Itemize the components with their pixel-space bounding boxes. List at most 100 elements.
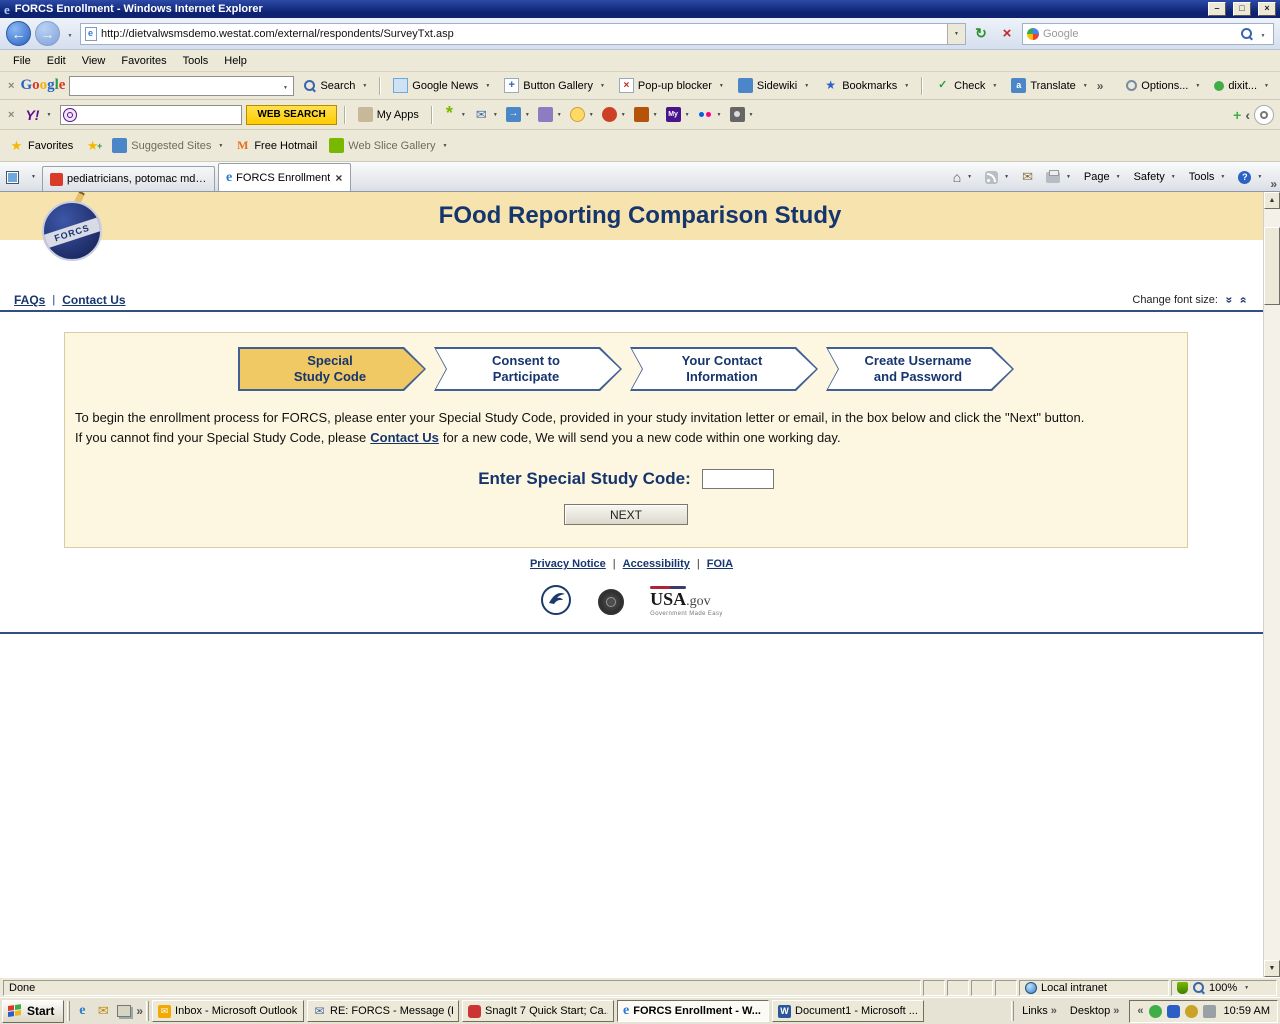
- google-search-input[interactable]: [69, 76, 294, 96]
- hide-tray-icons-chevron[interactable]: [1137, 1005, 1143, 1017]
- address-input[interactable]: http://dietvalwsmsdemo.westat.com/extern…: [80, 23, 966, 45]
- yahoo-search-input[interactable]: [60, 105, 242, 125]
- home-button[interactable]: [948, 165, 977, 189]
- quick-launch-show-desktop-icon[interactable]: [115, 1002, 133, 1020]
- user-menu-button[interactable]: dixit...: [1209, 75, 1274, 97]
- safety-menu[interactable]: Safety: [1129, 165, 1181, 189]
- popup-blocker-button[interactable]: Pop-up blocker: [614, 75, 729, 97]
- toolbar-overflow-icon[interactable]: [1097, 79, 1104, 93]
- task-snagit[interactable]: SnagIt 7 Quick Start; Ca...: [462, 1000, 614, 1022]
- search-box[interactable]: Google: [1022, 23, 1274, 45]
- close-button[interactable]: [1258, 2, 1276, 16]
- close-toolbar-icon[interactable]: [6, 80, 16, 92]
- history-dropdown-icon[interactable]: [64, 28, 76, 40]
- search-magnifier-icon[interactable]: [1240, 27, 1253, 40]
- scrollbar-track[interactable]: [1264, 209, 1280, 960]
- yahoo-apps-button[interactable]: [536, 107, 564, 122]
- tray-status-icon-3[interactable]: [1185, 1005, 1198, 1018]
- add-app-icon[interactable]: [1233, 107, 1241, 123]
- flickr-button[interactable]: [696, 109, 724, 121]
- close-toolbar-icon[interactable]: [6, 109, 16, 121]
- increase-font-icon[interactable]: [1236, 293, 1249, 307]
- feeds-button[interactable]: [980, 165, 1014, 189]
- google-search-button[interactable]: Search: [298, 75, 372, 97]
- maximize-button[interactable]: [1233, 2, 1251, 16]
- quick-launch-ie-icon[interactable]: [73, 1002, 91, 1020]
- suggested-sites-button[interactable]: Suggested Sites: [107, 135, 228, 157]
- zoom-control[interactable]: 100%: [1171, 980, 1277, 996]
- page-menu[interactable]: Page: [1079, 165, 1126, 189]
- yahoo-share-button[interactable]: [504, 107, 532, 122]
- google-search-field[interactable]: [72, 78, 276, 94]
- print-button[interactable]: [1041, 165, 1076, 189]
- sidewiki-button[interactable]: Sidewiki: [733, 75, 814, 97]
- command-overflow-icon[interactable]: [1270, 177, 1277, 191]
- yahoo-search-field[interactable]: [80, 107, 239, 123]
- start-button[interactable]: Start: [2, 1000, 64, 1023]
- accessibility-link[interactable]: Accessibility: [623, 558, 690, 570]
- tray-status-icon-1[interactable]: [1149, 1005, 1162, 1018]
- task-outlook-inbox[interactable]: Inbox - Microsoft Outlook: [152, 1000, 304, 1022]
- clock[interactable]: 10:59 AM: [1221, 1005, 1270, 1017]
- stop-button[interactable]: [996, 23, 1018, 45]
- yahoo-mail-button[interactable]: [472, 107, 500, 122]
- desktop-toolbar[interactable]: Desktop: [1065, 1005, 1124, 1017]
- camera-button[interactable]: [728, 107, 756, 122]
- yahoo-menu-button[interactable]: Y!: [20, 104, 56, 126]
- foia-link[interactable]: FOIA: [707, 558, 733, 570]
- menu-edit[interactable]: Edit: [40, 53, 73, 69]
- task-forcs-enrollment[interactable]: FORCS Enrollment - W...: [617, 1000, 769, 1022]
- my-apps-button[interactable]: My Apps: [353, 104, 424, 126]
- menu-file[interactable]: File: [6, 53, 38, 69]
- usa-gov-logo[interactable]: USA.gov Government Made Easy: [650, 586, 723, 617]
- tray-status-icon-4[interactable]: [1203, 1005, 1216, 1018]
- yahoo-home-button[interactable]: [440, 107, 468, 122]
- tools-menu[interactable]: Tools: [1184, 165, 1231, 189]
- scrollbar-thumb[interactable]: [1264, 227, 1280, 305]
- special-study-code-input[interactable]: [702, 469, 774, 489]
- next-button[interactable]: NEXT: [564, 504, 688, 525]
- task-word-document[interactable]: Document1 - Microsoft ...: [772, 1000, 924, 1022]
- free-hotmail-button[interactable]: Free Hotmail: [230, 135, 322, 157]
- google-news-button[interactable]: Google News: [388, 75, 495, 97]
- back-button[interactable]: [6, 21, 31, 46]
- yahoo-sports-button[interactable]: [600, 107, 628, 122]
- tray-status-icon-2[interactable]: [1167, 1005, 1180, 1018]
- search-dropdown-icon[interactable]: [1257, 28, 1269, 40]
- add-favorite-button[interactable]: [80, 135, 105, 157]
- menu-tools[interactable]: Tools: [176, 53, 216, 69]
- contact-us-inline-link[interactable]: Contact Us: [370, 430, 439, 445]
- links-toolbar[interactable]: Links: [1017, 1005, 1062, 1017]
- bookmarks-button[interactable]: Bookmarks: [818, 75, 914, 97]
- settings-gear-icon[interactable]: [1254, 105, 1274, 125]
- google-search-dropdown-icon[interactable]: [279, 80, 291, 92]
- yahoo-shopping-button[interactable]: [632, 107, 660, 122]
- menu-favorites[interactable]: Favorites: [114, 53, 173, 69]
- tab-pediatricians[interactable]: pediatricians, potomac md - ...: [42, 166, 215, 191]
- collapse-toolbar-icon[interactable]: [1245, 107, 1250, 123]
- vertical-scrollbar[interactable]: [1263, 192, 1280, 977]
- options-button[interactable]: Options...: [1121, 75, 1205, 97]
- address-dropdown-icon[interactable]: [947, 24, 965, 44]
- titlebar[interactable]: e FORCS Enrollment - Windows Internet Ex…: [0, 0, 1280, 18]
- web-search-button[interactable]: WEB SEARCH: [246, 105, 336, 125]
- web-slice-gallery-button[interactable]: Web Slice Gallery: [324, 135, 452, 157]
- contact-us-link[interactable]: Contact Us: [62, 293, 125, 307]
- privacy-notice-link[interactable]: Privacy Notice: [530, 558, 606, 570]
- button-gallery-button[interactable]: Button Gallery: [499, 75, 610, 97]
- yahoo-messenger-button[interactable]: [568, 107, 596, 122]
- menu-help[interactable]: Help: [217, 53, 254, 69]
- tab-forcs-enrollment[interactable]: FORCS Enrollment: [218, 163, 351, 191]
- quick-launch-overflow-icon[interactable]: [136, 1004, 143, 1018]
- task-forcs-message[interactable]: RE: FORCS - Message (H...: [307, 1000, 459, 1022]
- quick-tabs-button[interactable]: [3, 166, 22, 188]
- scroll-down-icon[interactable]: [1264, 960, 1280, 977]
- tab-list-button[interactable]: [25, 166, 39, 188]
- spell-check-button[interactable]: Check: [930, 75, 1002, 97]
- quick-launch-outlook-icon[interactable]: [94, 1002, 112, 1020]
- menu-view[interactable]: View: [75, 53, 113, 69]
- scroll-up-icon[interactable]: [1264, 192, 1280, 209]
- refresh-button[interactable]: [970, 23, 992, 45]
- translate-button[interactable]: Translate: [1006, 75, 1092, 97]
- read-mail-button[interactable]: [1017, 165, 1038, 189]
